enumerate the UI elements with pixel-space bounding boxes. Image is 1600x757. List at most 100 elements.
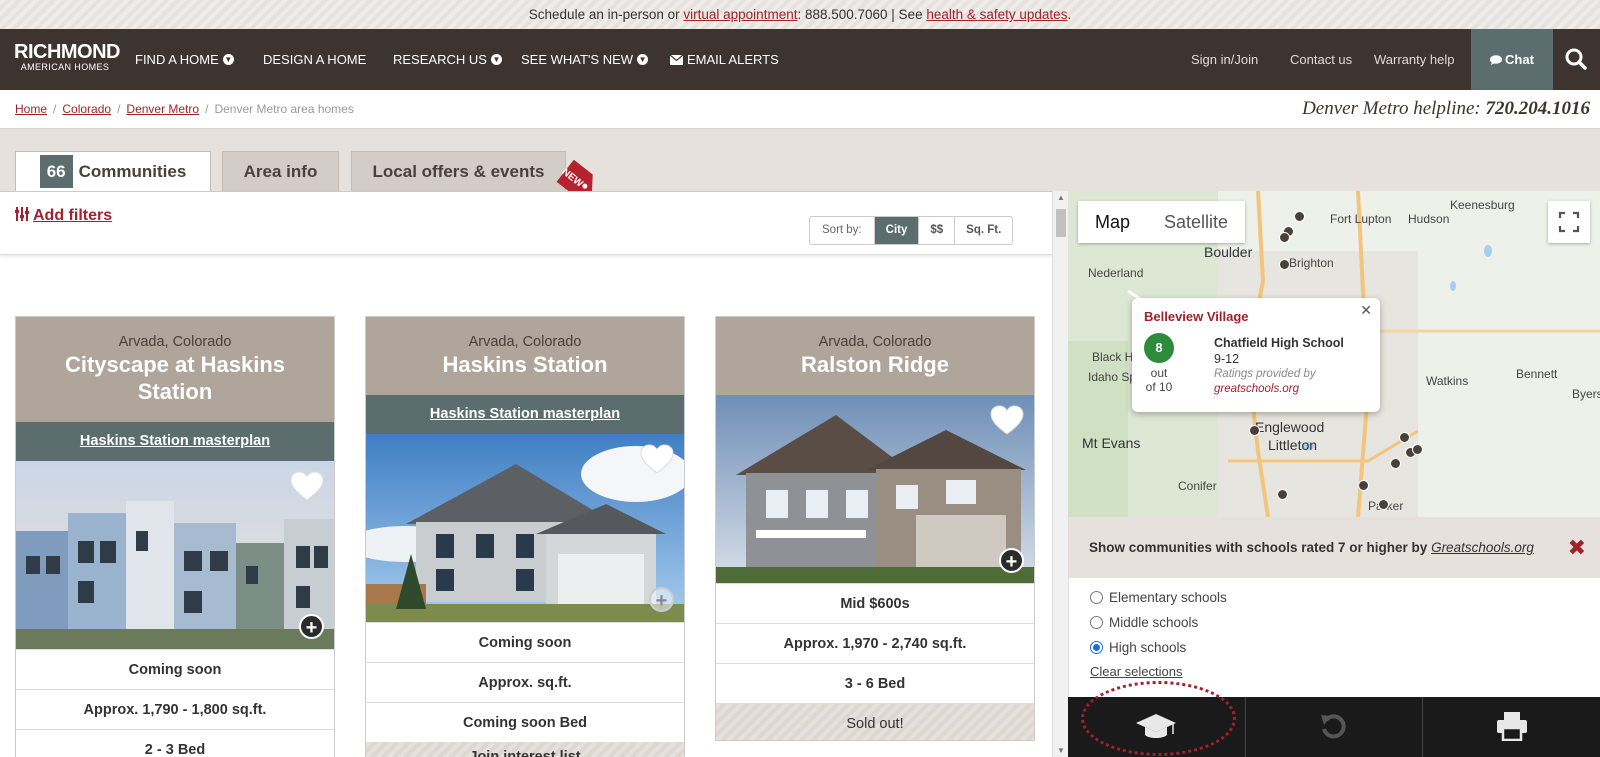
sort-price[interactable]: $$ xyxy=(919,217,956,244)
printer-icon xyxy=(1496,712,1527,741)
radio-middle-schools[interactable]: Middle schools xyxy=(1090,615,1198,630)
tab-bar: 66 Communities Area info Local offers & e… xyxy=(0,128,1600,193)
list-scrollbar[interactable]: ▲ ▼ xyxy=(1052,191,1068,757)
health-safety-link[interactable]: health & safety updates xyxy=(926,7,1067,22)
breadcrumb-home[interactable]: Home xyxy=(15,102,47,116)
card-interest-list[interactable]: Join interest list xyxy=(366,742,684,757)
radio-high-schools[interactable]: High schools xyxy=(1090,640,1186,655)
townhomes-image xyxy=(16,461,334,649)
expand-plus-icon[interactable]: + xyxy=(999,548,1024,573)
nav-design-home[interactable]: DESIGN A HOME xyxy=(263,29,366,90)
add-filters-button[interactable]: Add filters xyxy=(15,207,112,225)
card-name[interactable]: Ralston Ridge xyxy=(716,351,1034,378)
map-view-button[interactable]: Map xyxy=(1078,201,1147,243)
close-school-filter-icon[interactable]: ✖ xyxy=(1568,535,1586,561)
community-pin[interactable] xyxy=(1378,499,1389,510)
community-pin[interactable] xyxy=(1249,425,1260,436)
helpline-number[interactable]: 720.204.1016 xyxy=(1486,98,1591,119)
house-image xyxy=(366,434,684,622)
chat-button[interactable]: Chat xyxy=(1471,29,1553,90)
community-pin[interactable] xyxy=(1279,259,1290,270)
community-photo[interactable]: + xyxy=(366,434,684,622)
expand-plus-icon[interactable]: + xyxy=(649,587,674,612)
community-photo[interactable]: + xyxy=(16,461,334,649)
tab-local-offers[interactable]: Local offers & events xyxy=(351,151,566,192)
card-header: Arvada, Colorado Ralston Ridge xyxy=(716,317,1034,395)
search-button[interactable] xyxy=(1553,29,1600,90)
card-status: Coming soon xyxy=(16,649,334,689)
community-pin[interactable] xyxy=(1390,458,1401,469)
card-city: Arvada, Colorado xyxy=(118,334,232,350)
community-card[interactable]: Arvada, Colorado Cityscape at Haskins St… xyxy=(15,316,335,757)
community-pin[interactable] xyxy=(1277,489,1288,500)
nav-find-home[interactable]: FIND A HOME ▼ xyxy=(135,29,234,90)
popup-community-name[interactable]: Belleview Village xyxy=(1144,309,1249,324)
school-filter-panel: Show communities with schools rated 7 or… xyxy=(1068,517,1600,697)
chevron-down-icon: ▼ xyxy=(222,54,234,66)
community-pin[interactable] xyxy=(1294,211,1305,222)
greatschools-org-link[interactable]: Greatschools.org xyxy=(1431,540,1534,555)
card-beds: 2 - 3 Bed xyxy=(16,729,334,757)
community-pin[interactable] xyxy=(1358,480,1369,491)
greatschools-link[interactable]: greatschools.org xyxy=(1214,383,1299,395)
envelope-icon xyxy=(669,54,684,65)
breadcrumb-colorado[interactable]: Colorado xyxy=(62,102,111,116)
breadcrumb-denver-metro[interactable]: Denver Metro xyxy=(126,102,199,116)
contact-us-link[interactable]: Contact us xyxy=(1290,29,1352,90)
masterplan-link[interactable]: Haskins Station masterplan xyxy=(366,395,684,434)
card-name[interactable]: Cityscape at Haskins Station xyxy=(16,351,334,405)
card-name[interactable]: Haskins Station xyxy=(366,351,684,378)
card-sqft: Approx. sq.ft. xyxy=(366,662,684,702)
scroll-thumb[interactable] xyxy=(1056,209,1066,237)
masterplan-link[interactable]: Haskins Station masterplan xyxy=(16,422,334,461)
scroll-down-icon[interactable]: ▼ xyxy=(1057,746,1065,755)
chat-bubble-icon xyxy=(1490,55,1503,65)
school-rating-badge: 8 xyxy=(1144,333,1174,363)
sliders-icon xyxy=(15,207,29,221)
map-type-toggle: Map Satellite xyxy=(1078,201,1246,243)
community-card[interactable]: Arvada, Colorado Haskins Station Haskins… xyxy=(365,316,685,757)
virtual-appointment-link[interactable]: virtual appointment xyxy=(683,7,797,22)
card-city: Arvada, Colorado xyxy=(468,334,582,350)
fullscreen-button[interactable] xyxy=(1548,201,1590,243)
nav-whats-new[interactable]: SEE WHAT'S NEW ▼ xyxy=(521,29,649,90)
richmond-logo[interactable]: RICHMOND AMERICAN HOMES xyxy=(14,42,121,73)
tab-area-info[interactable]: Area info xyxy=(222,151,339,192)
announcement-phone: : 888.500.7060 | See xyxy=(797,7,927,22)
favorite-heart-icon[interactable] xyxy=(990,405,1024,437)
reset-button[interactable] xyxy=(1246,697,1424,757)
scroll-up-icon[interactable]: ▲ xyxy=(1057,193,1065,202)
expand-plus-icon[interactable]: + xyxy=(299,614,324,639)
community-pin[interactable] xyxy=(1279,232,1290,243)
radio-elementary-schools[interactable]: Elementary schools xyxy=(1090,590,1227,605)
nav-email-alerts[interactable]: EMAIL ALERTS xyxy=(669,29,779,90)
sort-sqft[interactable]: Sq. Ft. xyxy=(955,217,1012,244)
sign-in-link[interactable]: Sign in/Join xyxy=(1191,29,1258,90)
schools-button-highlight xyxy=(1081,681,1236,756)
clear-selections-link[interactable]: Clear selections xyxy=(1090,664,1183,679)
sort-control: Sort by: City $$ Sq. Ft. xyxy=(809,216,1014,245)
close-icon[interactable]: ✕ xyxy=(1360,302,1372,319)
community-map[interactable]: Map Satellite Boulder Fort Lupton Hudson… xyxy=(1068,191,1600,517)
nav-research-us[interactable]: RESEARCH US ▼ xyxy=(393,29,502,90)
favorite-heart-icon[interactable] xyxy=(290,471,324,503)
sort-label: Sort by: xyxy=(810,217,875,244)
warranty-help-link[interactable]: Warranty help xyxy=(1374,29,1454,90)
undo-icon xyxy=(1321,714,1346,739)
tab-communities[interactable]: 66 Communities xyxy=(15,151,211,193)
print-button[interactable] xyxy=(1423,697,1600,757)
helpline: Denver Metro helpline: 720.204.1016 xyxy=(1302,98,1591,119)
favorite-heart-icon[interactable] xyxy=(640,444,674,476)
breadcrumb: Home / Colorado / Denver Metro / Denver Metro … xyxy=(15,102,354,116)
main-nav: RICHMOND AMERICAN HOMES FIND A HOME ▼ DES… xyxy=(0,29,1600,90)
card-header: Arvada, Colorado Haskins Station xyxy=(366,317,684,395)
community-photo[interactable]: + xyxy=(716,395,1034,583)
card-price: Mid $600s xyxy=(716,583,1034,623)
card-header: Arvada, Colorado Cityscape at Haskins St… xyxy=(16,317,334,422)
community-pin[interactable] xyxy=(1399,432,1410,443)
satellite-view-button[interactable]: Satellite xyxy=(1147,201,1245,243)
sort-city[interactable]: City xyxy=(874,217,920,244)
community-pin[interactable] xyxy=(1412,444,1423,455)
chevron-down-icon: ▼ xyxy=(637,54,649,66)
community-card[interactable]: Arvada, Colorado Ralston Ridge + Mid $60… xyxy=(715,316,1035,741)
